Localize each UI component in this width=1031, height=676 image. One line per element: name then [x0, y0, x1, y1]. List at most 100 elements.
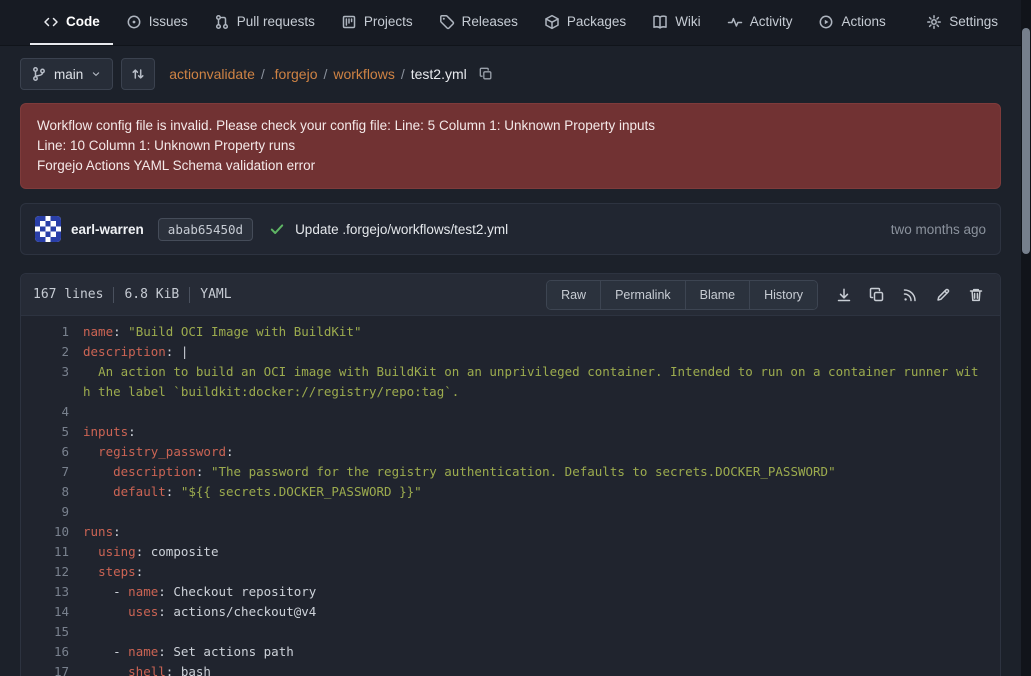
rss-button[interactable] [902, 287, 918, 303]
divider [189, 287, 190, 303]
file-size: 6.8 KiB [124, 287, 179, 302]
line-content: shell: bash [83, 662, 1000, 676]
tab-issues[interactable]: Issues [113, 0, 201, 45]
commit-hash-badge[interactable]: abab65450d [158, 218, 253, 241]
code-line: 16 - name: Set actions path [21, 642, 1000, 662]
tab-wiki[interactable]: Wiki [639, 0, 714, 45]
permalink-button[interactable]: Permalink [600, 281, 685, 309]
tab-label: Pull requests [237, 14, 315, 29]
branch-selector[interactable]: main [20, 58, 113, 90]
code-token: : actions/checkout@v4 [158, 604, 316, 619]
code-line: 9 [21, 502, 1000, 522]
tab-settings[interactable]: Settings [913, 0, 1011, 45]
line-content: name: "Build OCI Image with BuildKit" [83, 322, 1000, 342]
issue-circle-icon [126, 14, 142, 30]
download-button[interactable] [836, 287, 852, 303]
code-token [83, 444, 98, 459]
compare-button[interactable] [121, 58, 155, 90]
line-content: using: composite [83, 542, 1000, 562]
line-content: - name: Checkout repository [83, 582, 1000, 602]
code-token: name [83, 324, 113, 339]
code-token: : bash [166, 664, 211, 676]
commit-message-link[interactable]: Update .forgejo/workflows/test2.yml [295, 222, 508, 237]
line-number[interactable]: 13 [21, 582, 83, 602]
code-token: name [128, 644, 158, 659]
book-icon [652, 14, 668, 30]
pull-request-icon [214, 14, 230, 30]
line-number[interactable]: 7 [21, 462, 83, 482]
file-view: 167 lines 6.8 KiB YAML RawPermalinkBlame… [20, 273, 1001, 676]
line-number[interactable]: 8 [21, 482, 83, 502]
code-token: description [83, 344, 166, 359]
line-number[interactable]: 15 [21, 622, 83, 642]
copy-path-icon[interactable] [479, 67, 493, 81]
line-number[interactable]: 4 [21, 402, 83, 422]
code-line: 6 registry_password: [21, 442, 1000, 462]
copy-button[interactable] [869, 287, 885, 303]
tab-label: Activity [750, 14, 793, 29]
breadcrumb-segment-workflows[interactable]: workflows [333, 66, 394, 82]
line-number[interactable]: 12 [21, 562, 83, 582]
code-token [83, 484, 113, 499]
delete-button[interactable] [968, 287, 984, 303]
scrollbar-thumb[interactable] [1022, 28, 1030, 254]
error-line: Line: 10 Column 1: Unknown Property runs [37, 136, 984, 156]
line-number[interactable]: 17 [21, 662, 83, 676]
blame-button[interactable]: Blame [685, 281, 749, 309]
code-line: 14 uses: actions/checkout@v4 [21, 602, 1000, 622]
code-token: : [113, 524, 121, 539]
code-token: default [113, 484, 166, 499]
line-content: inputs: [83, 422, 1000, 442]
file-header: 167 lines 6.8 KiB YAML RawPermalinkBlame… [21, 274, 1000, 316]
line-number[interactable]: 11 [21, 542, 83, 562]
code-token: using [98, 544, 136, 559]
code-view: 1name: "Build OCI Image with BuildKit"2d… [21, 316, 1000, 676]
line-number[interactable]: 1 [21, 322, 83, 342]
code-token: runs [83, 524, 113, 539]
line-number[interactable]: 2 [21, 342, 83, 362]
error-line: Workflow config file is invalid. Please … [37, 116, 984, 136]
tab-releases[interactable]: Releases [426, 0, 531, 45]
code-token: registry_password [98, 444, 226, 459]
tab-actions[interactable]: Actions [805, 0, 898, 45]
line-content: An action to build an OCI image with Bui… [83, 362, 1000, 402]
tab-label: Issues [149, 14, 188, 29]
pulse-icon [727, 14, 743, 30]
breadcrumb-segment--forgejo[interactable]: .forgejo [271, 66, 318, 82]
code-token: : Set actions path [158, 644, 293, 659]
line-number[interactable]: 16 [21, 642, 83, 662]
divider [113, 287, 114, 303]
project-board-icon [341, 14, 357, 30]
code-token: : [136, 564, 144, 579]
line-number[interactable]: 14 [21, 602, 83, 622]
commit-author-link[interactable]: earl-warren [71, 222, 144, 237]
file-action-icons [836, 287, 984, 303]
code-token: "${{ secrets.DOCKER_PASSWORD }}" [181, 484, 422, 499]
code-token [83, 664, 128, 676]
code-line: 13 - name: Checkout repository [21, 582, 1000, 602]
tab-code[interactable]: Code [30, 0, 113, 45]
branch-name: main [54, 67, 83, 82]
breadcrumb-segment-actionvalidate[interactable]: actionvalidate [169, 66, 255, 82]
history-button[interactable]: History [749, 281, 817, 309]
code-token: - [83, 584, 128, 599]
code-token: name [128, 584, 158, 599]
line-number[interactable]: 3 [21, 362, 83, 402]
tab-projects[interactable]: Projects [328, 0, 426, 45]
file-view-buttons: RawPermalinkBlameHistory [546, 280, 818, 310]
code-token [83, 544, 98, 559]
line-number[interactable]: 5 [21, 422, 83, 442]
code-line: 7 description: "The password for the reg… [21, 462, 1000, 482]
line-number[interactable]: 6 [21, 442, 83, 462]
raw-button[interactable]: Raw [547, 281, 600, 309]
line-content: - name: Set actions path [83, 642, 1000, 662]
avatar[interactable] [35, 216, 61, 242]
line-number[interactable]: 9 [21, 502, 83, 522]
tab-pull-requests[interactable]: Pull requests [201, 0, 328, 45]
edit-button[interactable] [935, 287, 951, 303]
code-line: 3 An action to build an OCI image with B… [21, 362, 1000, 402]
line-number[interactable]: 10 [21, 522, 83, 542]
tab-packages[interactable]: Packages [531, 0, 639, 45]
file-meta: 167 lines 6.8 KiB YAML [33, 287, 232, 303]
tab-activity[interactable]: Activity [714, 0, 806, 45]
